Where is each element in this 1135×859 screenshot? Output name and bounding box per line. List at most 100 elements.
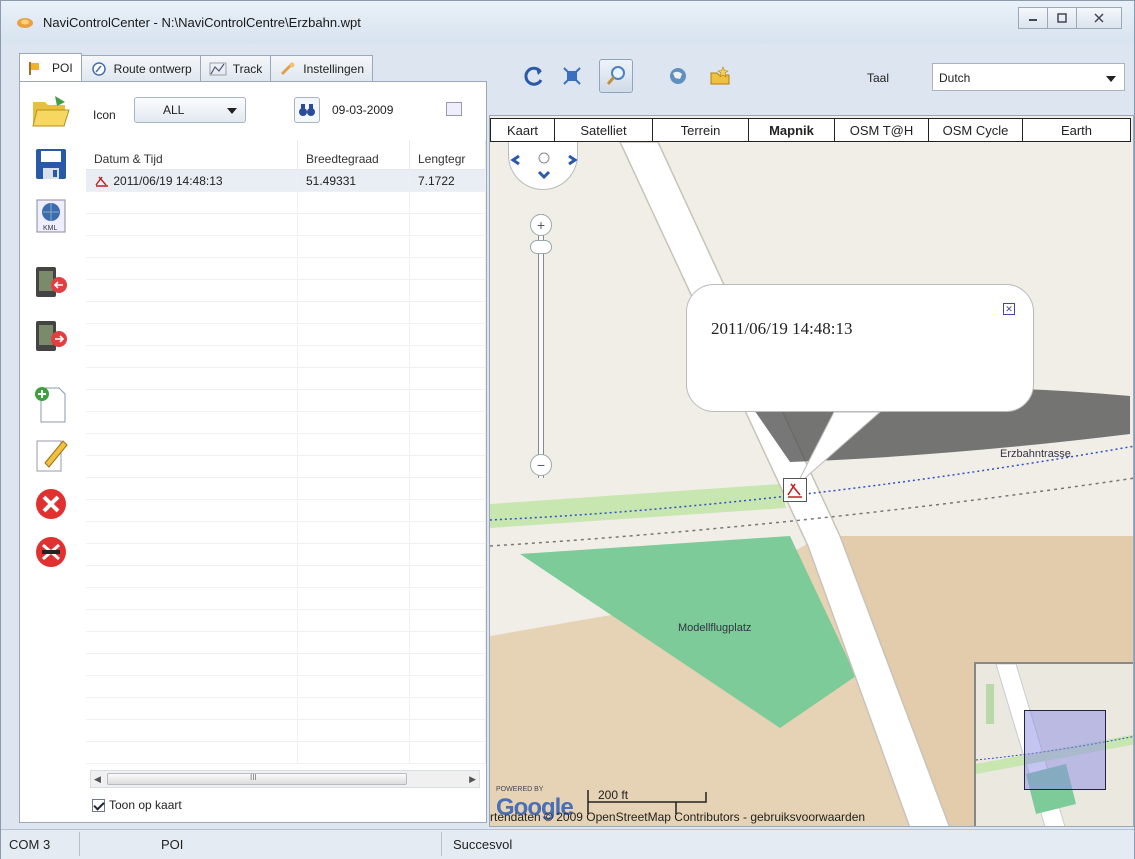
powered-by-label: POWERED BY	[496, 786, 544, 793]
table-row	[86, 258, 486, 280]
maptype-satelliet[interactable]: Satelliet	[555, 119, 653, 141]
column-header-longitude[interactable]: Lengtegr	[410, 140, 486, 169]
zoom-out-button[interactable]: −	[530, 454, 552, 476]
device-upload-button[interactable]	[30, 316, 72, 356]
scroll-right-icon[interactable]: ▶	[469, 774, 476, 785]
delete-poi-button[interactable]	[30, 484, 72, 524]
checkbox-checked-icon[interactable]	[92, 798, 105, 812]
table-row	[86, 676, 486, 698]
table-row	[86, 610, 486, 632]
zoom-search-button[interactable]	[599, 59, 633, 93]
zoom-handle[interactable]	[530, 240, 552, 254]
maptype-kaart[interactable]: Kaart	[491, 119, 555, 141]
open-button[interactable]	[30, 92, 72, 132]
tab-instellingen[interactable]: Instellingen	[270, 55, 373, 81]
table-row	[86, 302, 486, 324]
main-tabs: POI Route ontwerp Track Instellingen	[19, 53, 373, 81]
map-type-bar: Kaart Satelliet Terrein Mapnik OSM T@H O…	[490, 118, 1131, 142]
edit-poi-button[interactable]	[30, 434, 72, 474]
maptype-earth[interactable]: Earth	[1023, 119, 1130, 141]
device-download-icon	[36, 267, 67, 297]
status-mode: POI	[161, 837, 184, 852]
binoculars-icon	[299, 104, 315, 116]
poi-map-marker[interactable]	[783, 478, 807, 502]
language-select[interactable]: Dutch	[932, 63, 1125, 91]
search-button[interactable]	[294, 97, 320, 123]
table-row	[86, 500, 486, 522]
scrollbar-thumb[interactable]: III	[107, 773, 407, 785]
zoom-slider[interactable]: + −	[530, 214, 552, 478]
table-row	[86, 324, 486, 346]
new-poi-button[interactable]	[30, 384, 72, 424]
map-attribution: rtendaten © 2009 OpenStreetMap Contribut…	[490, 806, 1133, 826]
pan-control[interactable]	[508, 142, 578, 190]
minimap-viewport[interactable]	[1024, 710, 1106, 790]
horizontal-scrollbar[interactable]: ◀ III ▶	[90, 770, 480, 788]
popup-close-icon[interactable]: ✕	[1003, 303, 1015, 315]
table-row	[86, 412, 486, 434]
maximize-icon	[1057, 13, 1067, 23]
maptype-terrein[interactable]: Terrein	[653, 119, 749, 141]
maptype-osm-cycle[interactable]: OSM Cycle	[929, 119, 1023, 141]
kml-icon: KML	[36, 199, 66, 233]
map-view[interactable]: Kaart Satelliet Terrein Mapnik OSM T@H O…	[489, 115, 1134, 827]
scroll-left-icon[interactable]: ◀	[94, 774, 101, 785]
app-icon	[17, 18, 33, 28]
refresh-button[interactable]	[517, 59, 551, 93]
folder-star-icon	[710, 66, 730, 85]
table-header: Datum & Tijd Breedtegraad Lengtegr	[86, 140, 486, 170]
tab-label: Route ontwerp	[113, 61, 192, 76]
table-row	[86, 390, 486, 412]
zoom-search-icon	[606, 66, 625, 85]
device-download-button[interactable]	[30, 262, 72, 302]
minimize-button[interactable]	[1018, 7, 1048, 29]
tab-poi[interactable]: POI	[19, 53, 82, 81]
device-upload-icon	[36, 321, 67, 351]
pan-arrows-icon	[510, 152, 578, 180]
folder-star-button[interactable]	[703, 59, 737, 93]
edit-pencil-icon	[36, 440, 68, 472]
poi-list-area: Icon ALL 09-03-2009 Datum & Tijd Breedte…	[86, 82, 486, 822]
tab-route-ontwerp[interactable]: Route ontwerp	[80, 55, 201, 81]
delete-all-button[interactable]	[30, 532, 72, 572]
cell-datetime: 2011/06/19 14:48:13	[86, 170, 298, 191]
filter-bar: Icon ALL 09-03-2009	[86, 82, 486, 140]
globe-button[interactable]	[661, 59, 695, 93]
tab-track[interactable]: Track	[199, 55, 272, 81]
kml-button[interactable]: KML	[30, 196, 72, 236]
status-divider	[441, 832, 442, 856]
poi-popup: 2011/06/19 14:48:13 ✕	[686, 284, 1034, 412]
table-row	[86, 654, 486, 676]
maximize-button[interactable]	[1047, 7, 1077, 29]
close-icon	[1094, 13, 1104, 23]
zoom-in-button[interactable]: +	[530, 214, 552, 236]
poi-table: Datum & Tijd Breedtegraad Lengtegr 2011/…	[86, 140, 486, 770]
table-row	[86, 280, 486, 302]
fit-button[interactable]	[555, 59, 589, 93]
globe-icon	[670, 68, 686, 84]
table-row	[86, 236, 486, 258]
overview-minimap[interactable]	[974, 662, 1133, 826]
window-title: NaviControlCenter - N:\NaviControlCentre…	[43, 15, 361, 30]
table-row	[86, 544, 486, 566]
icon-filter-select[interactable]: ALL	[134, 97, 246, 123]
close-button[interactable]	[1076, 7, 1122, 29]
column-header-latitude[interactable]: Breedtegraad	[298, 140, 410, 169]
table-row	[86, 346, 486, 368]
refresh-icon	[524, 66, 543, 86]
status-message: Succesvol	[453, 837, 513, 852]
maptype-osm-tah[interactable]: OSM T@H	[835, 119, 929, 141]
table-row	[86, 720, 486, 742]
column-header-datetime[interactable]: Datum & Tijd	[86, 140, 298, 169]
poi-toolstrip: KML	[20, 82, 86, 822]
attribution-text[interactable]: rtendaten © 2009 OpenStreetMap Contribut…	[490, 810, 865, 824]
save-button[interactable]	[30, 144, 72, 184]
table-row[interactable]: 2011/06/19 14:48:13 51.49331 7.1722	[86, 170, 486, 192]
route-icon	[91, 61, 106, 76]
scrollbar-grip: III	[250, 773, 257, 782]
calendar-icon[interactable]	[446, 102, 462, 116]
chevron-down-icon	[227, 108, 237, 114]
maptype-mapnik[interactable]: Mapnik	[749, 119, 835, 141]
show-on-map-checkbox[interactable]: Toon op kaart	[92, 798, 182, 812]
delete-all-icon	[36, 537, 66, 567]
